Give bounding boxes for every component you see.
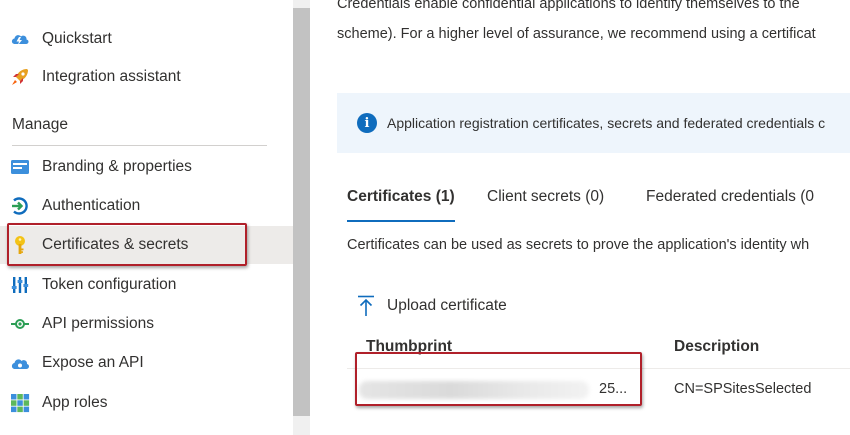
tab-label: Certificates (1)	[347, 188, 455, 205]
redacted-thumbprint	[359, 381, 589, 399]
upload-certificate-label: Upload certificate	[387, 297, 507, 314]
cloud-lightning-icon	[10, 29, 30, 49]
intro-line-2: scheme). For a higher level of assurance…	[337, 26, 816, 42]
sidebar-item-label: API permissions	[42, 315, 154, 332]
tab-active-underline	[347, 220, 455, 222]
branding-icon	[10, 157, 30, 177]
column-header-description[interactable]: Description	[674, 338, 759, 356]
section-divider	[12, 145, 267, 146]
thumbprint-suffix: 25...	[599, 381, 628, 397]
api-permissions-icon	[10, 314, 30, 334]
tab-certificates[interactable]: Certificates (1)	[347, 188, 455, 222]
sidebar-item-branding-properties[interactable]: Branding & properties	[0, 148, 293, 186]
sidebar-scrollbar-thumb[interactable]	[293, 8, 310, 416]
sidebar-item-certificates-secrets[interactable]: Certificates & secrets	[0, 226, 293, 264]
sidebar-item-label: App roles	[42, 394, 108, 411]
key-icon	[10, 235, 30, 255]
sidebar-nav: Quickstart Integration assistant Manage …	[0, 0, 293, 435]
sidebar-item-label: Expose an API	[42, 354, 144, 371]
sidebar-item-label: Quickstart	[42, 30, 112, 47]
upload-certificate-button[interactable]: Upload certificate	[357, 293, 507, 319]
tab-label: Client secrets (0)	[487, 188, 605, 205]
sidebar-item-label: Integration assistant	[42, 68, 181, 85]
sidebar-item-label: Token configuration	[42, 276, 177, 293]
column-header-thumbprint[interactable]: Thumbprint	[366, 338, 452, 356]
token-bars-icon	[10, 275, 30, 295]
info-banner-text: Application registration certificates, s…	[387, 115, 826, 131]
certificates-description: Certificates can be used as secrets to p…	[347, 237, 810, 253]
credentials-tabs: Certificates (1) Client secrets (0) Fede…	[337, 188, 850, 222]
sidebar-item-quickstart[interactable]: Quickstart	[0, 20, 293, 58]
rocket-icon	[10, 67, 30, 87]
upload-arrow-icon	[358, 295, 374, 316]
info-banner: i Application registration certificates,…	[337, 93, 850, 153]
sidebar-item-label: Authentication	[42, 197, 141, 214]
sidebar-item-label: Branding & properties	[42, 158, 192, 175]
sidebar-item-token-configuration[interactable]: Token configuration	[0, 266, 293, 304]
sidebar-item-integration-assistant[interactable]: Integration assistant	[0, 58, 293, 96]
sidebar-item-app-roles[interactable]: App roles	[0, 384, 293, 422]
thumbprint-cell	[359, 369, 599, 415]
table-row[interactable]: 25... CN=SPSitesSelected	[347, 368, 850, 414]
cloud-api-icon	[10, 353, 30, 373]
sidebar-item-expose-an-api[interactable]: Expose an API	[0, 344, 293, 382]
sidebar-item-label: Certificates & secrets	[42, 236, 189, 253]
description-cell: CN=SPSitesSelected	[674, 381, 812, 397]
main-content: Credentials enable confidential applicat…	[310, 0, 850, 435]
tab-label: Federated credentials (0	[646, 188, 815, 205]
intro-line-1: Credentials enable confidential applicat…	[337, 0, 800, 12]
tab-client-secrets[interactable]: Client secrets (0)	[487, 188, 604, 222]
section-heading-manage: Manage	[12, 116, 69, 133]
app-roles-grid-icon	[10, 393, 30, 413]
sidebar-item-api-permissions[interactable]: API permissions	[0, 305, 293, 343]
sidebar-item-authentication[interactable]: Authentication	[0, 187, 293, 225]
tab-federated-credentials[interactable]: Federated credentials (0	[646, 188, 814, 222]
info-icon: i	[357, 113, 377, 133]
authentication-icon	[10, 196, 30, 216]
